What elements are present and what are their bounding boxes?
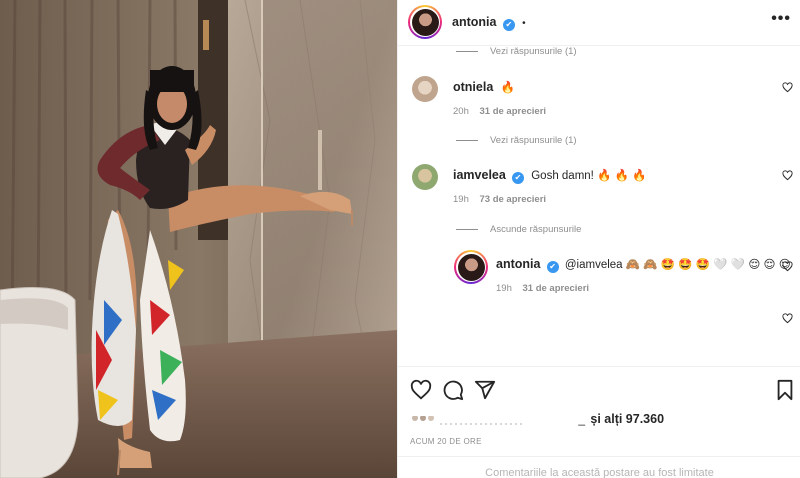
comment-likes[interactable]: 31 de aprecieri: [480, 106, 547, 117]
author-username[interactable]: antonia: [452, 15, 496, 29]
likes-summary[interactable]: _ și alți 97.360: [410, 412, 664, 426]
reply-likes[interactable]: 31 de aprecieri: [523, 283, 590, 294]
share-icon[interactable]: [474, 379, 496, 401]
comment-icon[interactable]: [442, 379, 464, 401]
more-options-icon[interactable]: •••: [771, 10, 791, 28]
commenter-avatar[interactable]: [412, 164, 438, 190]
likes-underscore: _: [578, 412, 586, 426]
separator-dot: •: [522, 18, 526, 29]
view-replies-button[interactable]: Vezi răspunsurile (1): [456, 46, 577, 57]
like-comment-heart-icon[interactable]: [782, 170, 793, 181]
likes-count[interactable]: și alți 97.360: [590, 412, 664, 426]
comment-text: 🔥: [500, 82, 515, 94]
comments-list[interactable]: Vezi răspunsurile (1) otniela 🔥 20h 31 d…: [398, 46, 800, 366]
reply-author-avatar[interactable]: [454, 250, 488, 284]
comment-age[interactable]: 20h: [453, 106, 469, 117]
comment-likes[interactable]: 73 de aprecieri: [480, 194, 547, 205]
verified-icon: ✔: [512, 172, 525, 184]
view-replies-button[interactable]: Vezi răspunsurile (1): [456, 135, 577, 146]
author-avatar[interactable]: [408, 5, 442, 39]
liker-avatars: [410, 414, 575, 425]
heart-icon[interactable]: [410, 379, 432, 401]
commenter-username[interactable]: iamvelea: [453, 168, 506, 182]
post-photo[interactable]: [0, 0, 397, 478]
post-timestamp[interactable]: ACUM 20 DE ORE: [410, 437, 482, 446]
hide-replies-button[interactable]: Ascunde răspunsurile: [456, 224, 581, 235]
reply-age[interactable]: 19h: [496, 283, 512, 294]
post-viewer: antonia ✔ • ••• Vezi răspunsurile (1) ot…: [0, 0, 800, 478]
reply-text: @iamvelea 🙈 🙈 🤩 🤩 🤩 🤍 🤍 😌 😌 😌: [564, 259, 791, 271]
verified-icon: ✔: [546, 261, 559, 273]
verified-icon: ✔: [502, 19, 515, 31]
post-image: [0, 0, 397, 478]
post-sidebar: antonia ✔ • ••• Vezi răspunsurile (1) ot…: [397, 0, 800, 478]
author-avatar-image: [411, 8, 439, 36]
comment-text: Gosh damn! 🔥 🔥 🔥: [531, 170, 647, 182]
post-actions: _ și alți 97.360 ACUM 20 DE ORE: [398, 366, 800, 456]
comment-age[interactable]: 19h: [453, 194, 469, 205]
commenter-username[interactable]: otniela: [453, 80, 493, 94]
comments-limited-notice: Comentariile la această postare au fost …: [398, 456, 800, 478]
commenter-avatar[interactable]: [412, 76, 438, 102]
like-reply-heart-icon[interactable]: [782, 261, 793, 272]
post-header: antonia ✔ • •••: [398, 0, 800, 46]
bookmark-icon[interactable]: [774, 379, 796, 401]
reply-username[interactable]: antonia: [496, 257, 540, 271]
like-comment-heart-icon[interactable]: [782, 82, 793, 93]
like-comment-heart-icon[interactable]: [782, 313, 793, 324]
